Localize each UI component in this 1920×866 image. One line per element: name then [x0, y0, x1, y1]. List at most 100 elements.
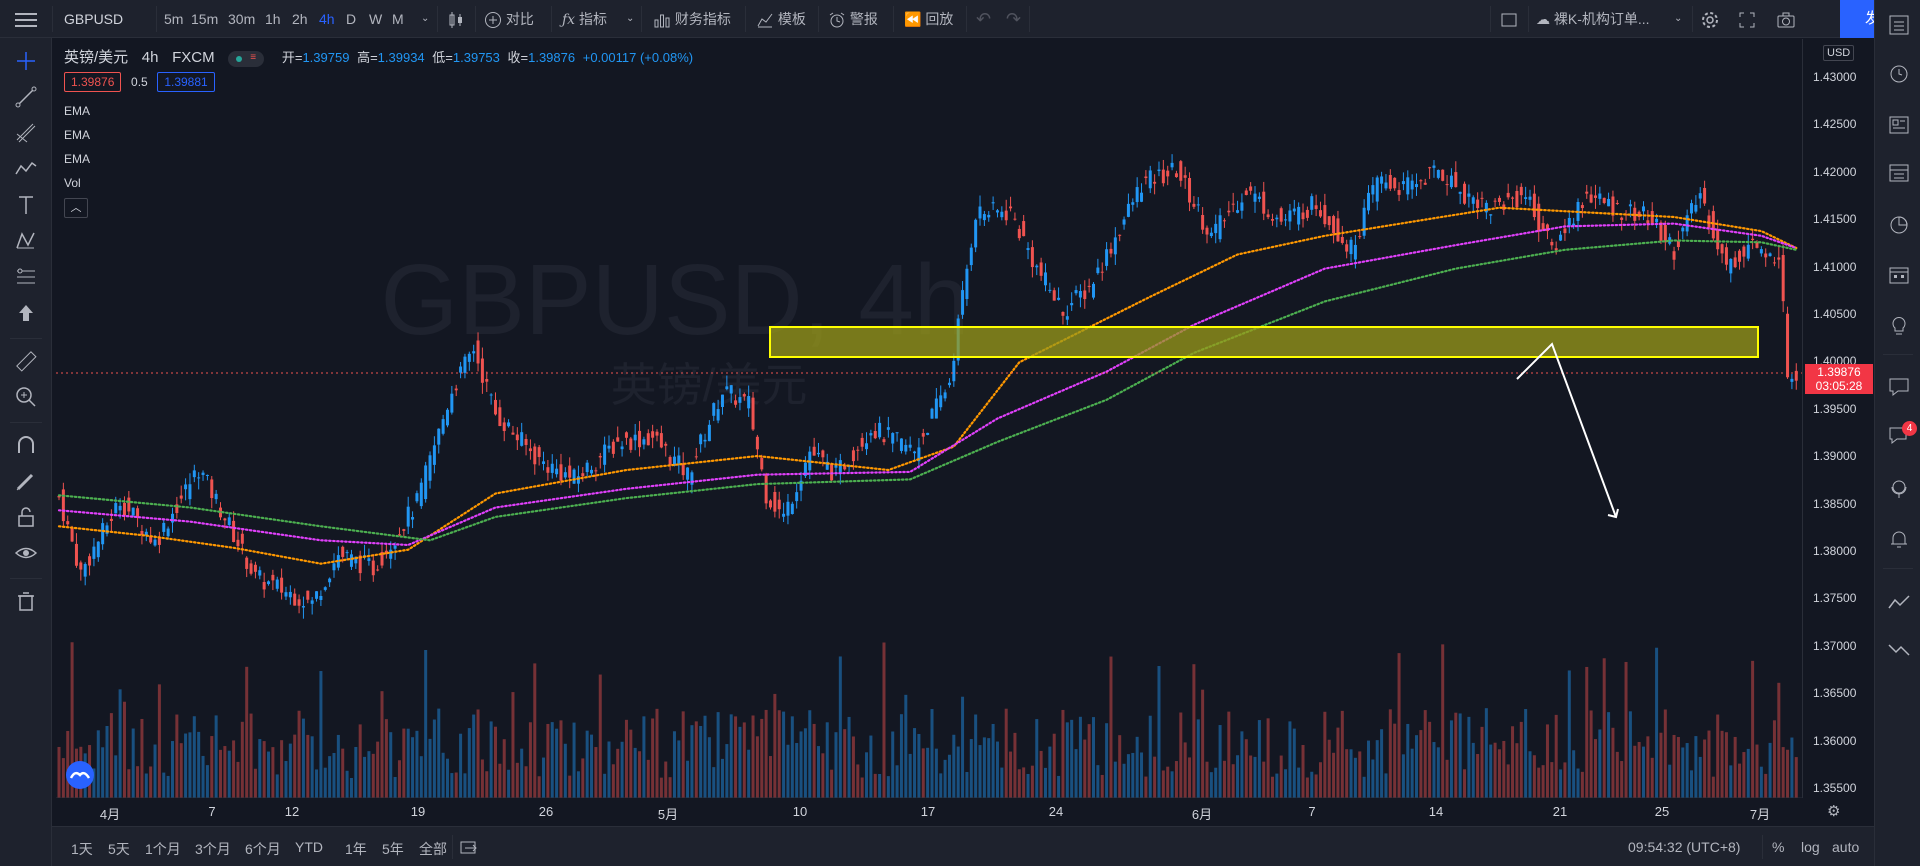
eye-icon[interactable]	[13, 540, 39, 566]
chart-trend-icon[interactable]	[1886, 590, 1912, 616]
zoom-in-icon[interactable]	[13, 384, 39, 410]
fullscreen-icon[interactable]	[1738, 0, 1756, 38]
brush-icon[interactable]	[13, 156, 39, 182]
projection-arrow[interactable]	[1516, 342, 1617, 518]
log-scale-toggle[interactable]: log	[1801, 839, 1820, 855]
chevron-down-icon[interactable]: ⌄	[1674, 0, 1682, 38]
price-axis[interactable]: USD 1.43000 1.42500 1.42000 1.41500 1.41000 1…	[1802, 39, 1874, 798]
crosshair-icon[interactable]	[13, 48, 39, 74]
ruler-icon[interactable]	[13, 348, 39, 374]
sell-price-button[interactable]: 1.39876	[64, 72, 122, 92]
pitchfork-icon[interactable]	[13, 120, 39, 146]
interval-15m[interactable]: 15m	[191, 0, 218, 38]
price-chart[interactable]: GBPUSD, 4h 英镑/美元	[56, 39, 1802, 798]
price-tick: 1.40500	[1813, 307, 1857, 321]
candle	[572, 469, 576, 484]
range-5[interactable]: YTD	[295, 839, 323, 855]
interval-M[interactable]: M	[392, 0, 404, 38]
symbol-search-button[interactable]: GBPUSD	[64, 0, 123, 38]
interval-W[interactable]: W	[369, 0, 382, 38]
interval-D[interactable]: D	[346, 0, 356, 38]
range-4[interactable]: 6个月	[245, 839, 281, 859]
volume-bar	[1153, 756, 1157, 798]
range-0[interactable]: 1天	[71, 839, 93, 859]
candle	[969, 247, 973, 266]
volume-bar	[441, 752, 445, 798]
candles-icon[interactable]	[447, 0, 465, 38]
gear-icon[interactable]	[1700, 0, 1720, 38]
arrow-up-icon[interactable]	[13, 300, 39, 326]
volume-bar	[655, 708, 659, 798]
market-status-toggle[interactable]: ≡	[228, 50, 265, 67]
price-tick: 1.36000	[1813, 733, 1857, 748]
percent-scale-toggle[interactable]: %	[1772, 839, 1784, 855]
candle	[70, 527, 74, 542]
axis-settings-gear-icon[interactable]: ⚙	[1827, 802, 1840, 820]
pencil-lock-icon[interactable]	[13, 468, 39, 494]
volume-bar	[563, 743, 567, 798]
templates-button[interactable]: 模板	[756, 0, 806, 38]
redo-icon[interactable]: ↷	[1006, 0, 1021, 38]
idea-lightbulb-icon[interactable]	[1886, 312, 1912, 338]
candle	[1052, 290, 1056, 301]
indicators-button[interactable]: ƒx 指标	[562, 0, 607, 38]
indicator-ema-mid[interactable]: EMA	[64, 128, 90, 142]
volume-bar	[703, 715, 707, 798]
range-2[interactable]: 1个月	[145, 839, 181, 859]
interval-30m[interactable]: 30m	[228, 0, 255, 38]
hotlist-icon[interactable]	[1886, 212, 1912, 238]
replay-button[interactable]: ⏪ 回放	[904, 0, 953, 38]
indicator-volume[interactable]: Vol	[64, 176, 81, 190]
interval-4h[interactable]: 4h	[319, 0, 335, 38]
alerts-button[interactable]: 警报	[828, 0, 878, 38]
indicator-ema-slow[interactable]: EMA	[64, 152, 90, 166]
chat-icon[interactable]	[1886, 374, 1912, 400]
auto-scale-toggle[interactable]: auto	[1832, 839, 1859, 855]
alarm-clock-icon[interactable]	[1886, 60, 1912, 86]
data-window-icon[interactable]	[1886, 160, 1912, 186]
range-1[interactable]: 5天	[108, 839, 130, 859]
lock-icon[interactable]	[13, 504, 39, 530]
text-icon[interactable]	[13, 192, 39, 218]
layout-square-icon[interactable]	[1500, 0, 1518, 38]
chevron-down-icon[interactable]: ⌄	[626, 0, 634, 38]
measure-lines-icon[interactable]	[13, 264, 39, 290]
range-8[interactable]: 全部	[419, 839, 447, 859]
range-7[interactable]: 5年	[382, 839, 404, 859]
chevron-down-icon[interactable]: ⌄	[421, 0, 429, 38]
calendar-icon[interactable]	[1886, 262, 1912, 288]
layout-name-label: 裸K-机构订单...	[1553, 11, 1650, 27]
range-3[interactable]: 3个月	[195, 839, 231, 859]
goto-date-icon[interactable]	[460, 839, 478, 856]
candle	[1777, 257, 1781, 260]
indicator-ema-fast[interactable]: EMA	[64, 104, 90, 118]
buy-price-button[interactable]: 1.39881	[157, 72, 215, 92]
camera-icon[interactable]	[1776, 0, 1796, 38]
legend-symbol-name[interactable]: 英镑/美元	[64, 49, 128, 66]
interval-1h[interactable]: 1h	[265, 0, 281, 38]
streams-icon[interactable]	[1886, 476, 1912, 502]
time-axis[interactable]: 4月 7 12 19 26 5月 10 17 24 6月 7 14 21 25 7月 ⚙	[56, 798, 1874, 826]
menu-icon[interactable]	[0, 0, 52, 38]
pine-editor-icon[interactable]	[1886, 636, 1912, 662]
compare-button[interactable]: 对比	[484, 0, 534, 38]
tradingview-logo-icon[interactable]	[66, 761, 94, 789]
magnet-icon[interactable]	[13, 432, 39, 458]
trash-icon[interactable]	[13, 588, 39, 614]
volume-bar	[249, 713, 253, 798]
undo-icon[interactable]: ↶	[976, 0, 991, 38]
financials-button[interactable]: 财务指标	[653, 0, 731, 38]
range-6[interactable]: 1年	[345, 839, 367, 859]
interval-2h[interactable]: 2h	[292, 0, 308, 38]
watchlist-icon[interactable]	[1886, 12, 1912, 38]
collapse-legend-chevron-up-icon[interactable]: ︿	[64, 198, 88, 218]
pattern-icon[interactable]	[13, 228, 39, 254]
layout-name-button[interactable]: ☁ 裸K-机构订单...	[1536, 0, 1650, 38]
supply-zone-box[interactable]	[769, 326, 1759, 358]
trendline-icon[interactable]	[13, 84, 39, 110]
volume-bar	[101, 747, 105, 798]
news-icon[interactable]	[1886, 112, 1912, 138]
notification-bell-icon[interactable]	[1886, 526, 1912, 552]
clock-display[interactable]: 09:54:32 (UTC+8)	[1628, 839, 1740, 855]
interval-5m[interactable]: 5m	[164, 0, 183, 38]
